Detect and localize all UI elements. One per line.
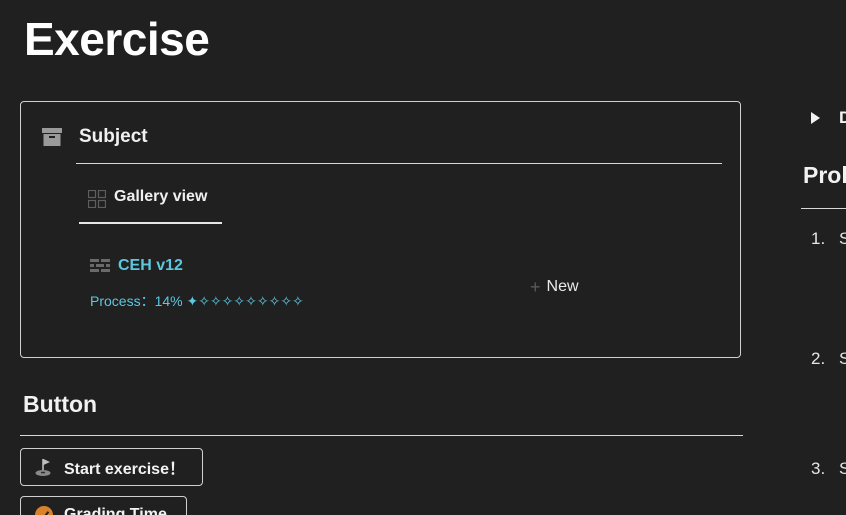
list-item: 3. S [811, 459, 846, 479]
tab-gallery-view[interactable]: Gallery view [79, 188, 222, 224]
list-item-number: 3. [811, 459, 826, 478]
check-circle-icon [35, 506, 53, 515]
right-column-heading: Prol [803, 162, 846, 188]
start-exercise-label: Start exercise！ [64, 461, 185, 478]
button-section-heading: Button [23, 391, 98, 417]
gallery-card-progress: Process：14% ✦✧✧✧✧✧✧✧✧✧ [90, 293, 304, 309]
list-item-number: 1. [811, 229, 826, 248]
button-section-divider [20, 435, 743, 436]
gallery-card-title: CEH v12 [118, 257, 183, 274]
tab-gallery-view-label: Gallery view [114, 188, 208, 205]
list-item-text: S [839, 349, 846, 368]
list-item-text: S [839, 229, 846, 248]
page: Exercise Subject Gallery view CEH v12 Pr… [0, 0, 846, 515]
archive-icon [42, 128, 62, 146]
list-item-number: 2. [811, 349, 826, 368]
grading-time-button[interactable]: Grading Time [20, 496, 187, 515]
new-page-label: New [546, 278, 579, 295]
flag-in-hole-icon [35, 459, 51, 476]
toggle-block[interactable]: D [811, 108, 846, 128]
subject-divider [76, 163, 722, 164]
list-item-text: S [839, 459, 846, 478]
toggle-triangle-icon [811, 112, 820, 124]
brick-wall-icon [90, 259, 110, 272]
page-title: Exercise [24, 13, 210, 65]
new-page-button[interactable]: + New [530, 278, 579, 296]
toggle-label: D [839, 108, 846, 127]
subject-header-label: Subject [79, 126, 148, 147]
grading-time-label: Grading Time [64, 506, 167, 515]
gallery-card-title-row: CEH v12 [90, 257, 304, 275]
right-column-divider [801, 208, 846, 209]
gallery-grid-icon [88, 190, 106, 208]
subject-header[interactable]: Subject [41, 126, 148, 148]
start-exercise-button[interactable]: Start exercise！ [20, 448, 203, 486]
plus-icon: + [530, 277, 541, 297]
subject-card: Subject Gallery view CEH v12 Process：14%… [20, 101, 741, 358]
gallery-card[interactable]: CEH v12 Process：14% ✦✧✧✧✧✧✧✧✧✧ [90, 257, 304, 311]
list-item: 2. S [811, 349, 846, 369]
list-item: 1. S [811, 229, 846, 249]
